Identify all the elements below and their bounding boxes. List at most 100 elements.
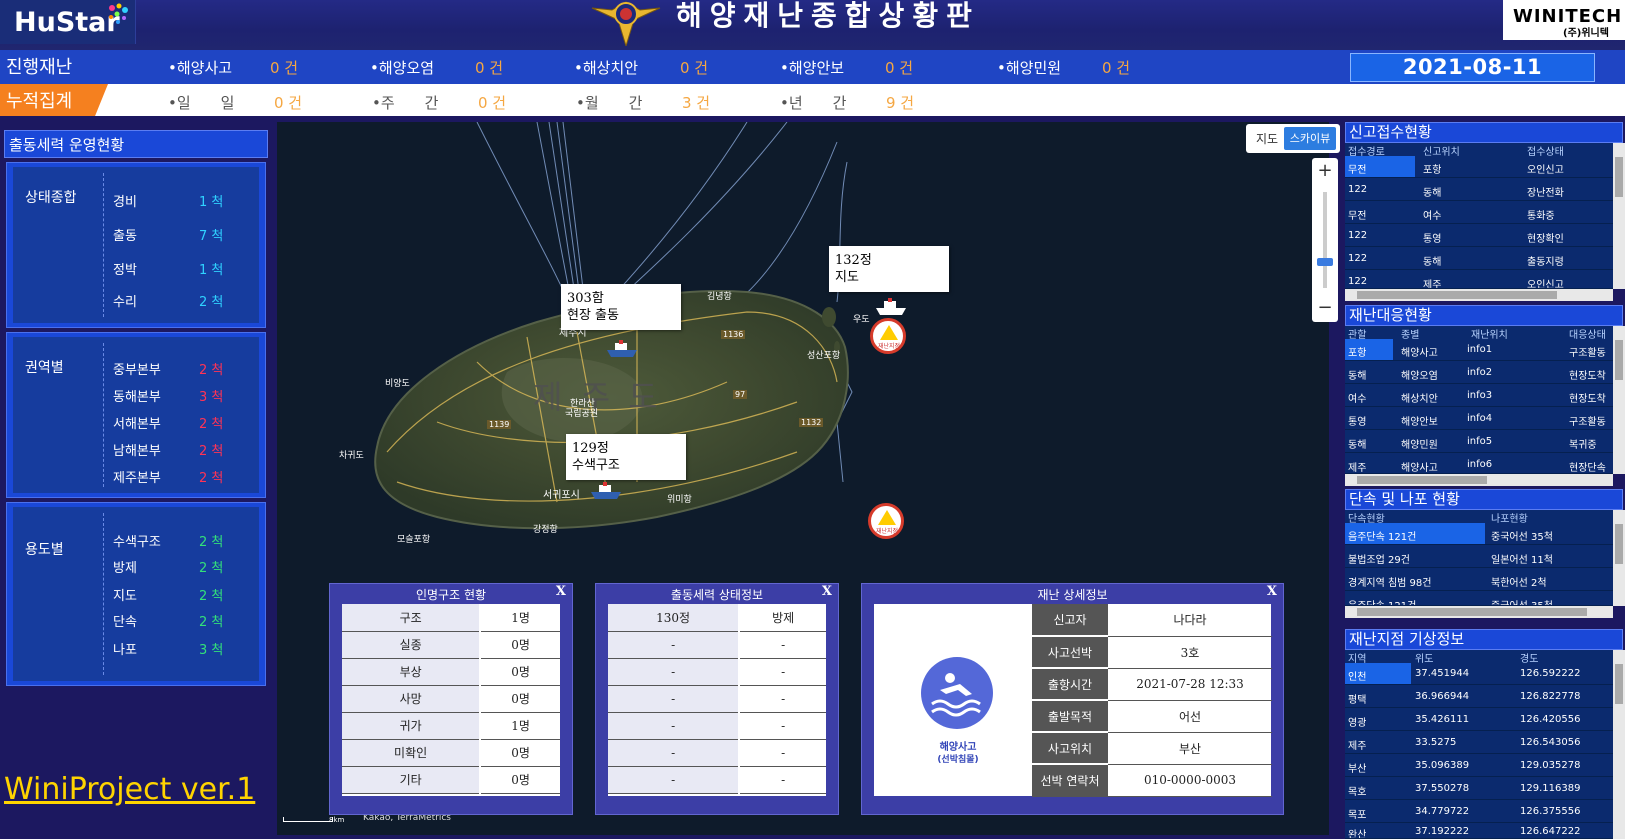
enforcement-status-list: 단속현황 나포현황 음주단속 121건 중국어선 35척 불법조업 29건 일본어선… [1345, 510, 1625, 606]
zoom-slider-track[interactable] [1323, 192, 1327, 288]
item-value: 2 척 [199, 444, 224, 459]
cell: 목호 [1348, 787, 1367, 798]
scrollbar-thumb[interactable] [1357, 608, 1587, 616]
table-row[interactable]: 목호 37.550278 129.116389 [1345, 778, 1613, 800]
table-row[interactable]: 목포 34.779722 126.375556 [1345, 801, 1613, 823]
rescue-status-popup: 인명구조 현황 X 구조 1명 실종 0명 부상 0명 사망 0명 귀가 1명 미확인 0명… [329, 583, 573, 815]
table-row[interactable]: 통영 해양안보 info4 구조활동 [1345, 408, 1613, 430]
map-scale-bar [283, 817, 333, 822]
item-value: 3 척 [199, 390, 224, 405]
section-inner: 상태종합 경비 1 척 출동 7 척 정박 1 척 수리 2 척 [13, 167, 259, 323]
popup-body: 구조 1명 실종 0명 부상 0명 사망 0명 귀가 1명 미확인 0명 기타 0명 [342, 604, 560, 796]
item-value: 2 척 [199, 561, 224, 576]
table-row[interactable]: 동해 해양오염 info2 현장도착 [1345, 362, 1613, 384]
table-value: 0명 [480, 631, 560, 659]
horizontal-scrollbar[interactable] [1345, 474, 1613, 486]
weather-info-title: 재난지점 기상정보 [1345, 629, 1623, 650]
vertical-scrollbar[interactable] [1613, 143, 1625, 289]
section-inner: 권역별 중부본부 2 척 동해본부 3 척 서해본부 2 척 남해본부 2 척 … [13, 337, 259, 493]
table-key: - [608, 658, 741, 686]
close-button[interactable]: X [822, 584, 832, 599]
cell: 37.550278 [1415, 783, 1470, 794]
table-row[interactable]: 122 통영 현장확인 [1345, 225, 1613, 247]
ship-icon[interactable] [874, 298, 908, 316]
scrollbar-thumb[interactable] [1615, 157, 1623, 197]
table-row[interactable]: 완산 37.192222 126.647222 [1345, 824, 1613, 839]
scrollbar-thumb[interactable] [1615, 524, 1623, 564]
table-key: 출발목적 [1032, 700, 1108, 733]
vessel-callout-303[interactable]: 303함 현장 출동 [561, 284, 681, 330]
zoom-out-button[interactable]: − [1312, 297, 1338, 318]
horizontal-scrollbar[interactable] [1345, 289, 1613, 301]
table-row[interactable]: 평택 36.966944 126.822778 [1345, 686, 1613, 708]
vessel-callout-132[interactable]: 132정 지도 [829, 246, 949, 292]
cell: 일본어선 11척 [1491, 555, 1553, 566]
table-row[interactable]: 음주단속 121건 중국어선 35척 [1345, 523, 1613, 545]
table-row[interactable]: 122 동해 출동지령 [1345, 248, 1613, 270]
cell: 통영 [1348, 417, 1367, 428]
incident-type-label: 해양사고 [939, 742, 977, 753]
table-row[interactable]: 불법조업 29건 일본어선 11척 [1345, 546, 1613, 568]
table-row: -- [608, 685, 826, 713]
cumulative-label: 누적집계 [6, 91, 73, 112]
item-label: 지도 [113, 589, 137, 604]
table-row: 부상 0명 [342, 658, 560, 686]
table-row[interactable]: 동해 해양민원 info5 복귀중 [1345, 431, 1613, 453]
table-row[interactable]: 122 동해 장난전화 [1345, 179, 1613, 201]
vessel-callout-129[interactable]: 129정 수색구조 [566, 434, 686, 480]
table-value: 1명 [480, 712, 560, 740]
vertical-scrollbar[interactable] [1613, 326, 1625, 474]
horizontal-scrollbar[interactable] [1345, 606, 1613, 618]
scrollbar-thumb[interactable] [1357, 291, 1557, 299]
map-scale-label: 8km [329, 816, 345, 824]
item-value: 2 척 [199, 363, 224, 378]
item-label: 방제 [113, 561, 137, 576]
skyview-button[interactable]: 스카이뷰 [1284, 127, 1336, 150]
close-button[interactable]: X [1267, 584, 1277, 599]
scrollbar-thumb[interactable] [1357, 476, 1487, 484]
section-name: 상태종합 [25, 190, 77, 206]
place-label: 우도 [853, 315, 870, 325]
zoom-in-button[interactable]: + [1312, 160, 1338, 181]
table-row[interactable]: 부산 35.096389 129.035278 [1345, 755, 1613, 777]
scrollbar-thumb[interactable] [1615, 340, 1623, 380]
table-row[interactable]: 무전 포항 오인신고 [1345, 156, 1613, 178]
ship-icon[interactable] [589, 482, 623, 500]
table-row[interactable]: 인천 37.451944 126.592222 [1345, 663, 1613, 685]
table-row[interactable]: 경계지역 침범 98건 북한어선 2척 [1345, 569, 1613, 591]
cell: 음주단속 121건 [1348, 597, 1416, 605]
disaster-pin[interactable]: 재난지점 [868, 503, 904, 539]
cell: 126.592222 [1520, 668, 1581, 679]
vertical-scrollbar[interactable] [1613, 510, 1625, 606]
road-number: 1132 [799, 418, 824, 427]
callout-line: 지도 [835, 270, 859, 285]
table-key: 130정 [608, 604, 741, 632]
table-row[interactable]: 영광 35.426111 126.420556 [1345, 709, 1613, 731]
place-label: 강정항 [533, 525, 558, 535]
vertical-scrollbar[interactable] [1613, 650, 1625, 839]
table-row: -- [608, 766, 826, 794]
close-button[interactable]: X [556, 584, 566, 599]
place-label: 모슬포항 [397, 535, 431, 545]
map-view-button[interactable]: 지도 [1256, 130, 1278, 147]
place-label: 성산포항 [807, 351, 841, 361]
table-row[interactable]: 음주단속 121건 중국어선 35척 [1345, 592, 1613, 606]
cell: info4 [1467, 413, 1493, 424]
ship-icon[interactable] [605, 340, 639, 358]
table-row[interactable]: 여수 해상치안 info3 현장도착 [1345, 385, 1613, 407]
table-row[interactable]: 122 제주 오인신고 [1345, 271, 1613, 289]
disaster-pin[interactable]: 재난지점 [870, 318, 906, 354]
table-key: 사망 [342, 685, 482, 713]
scrollbar-thumb[interactable] [1615, 664, 1623, 704]
table-key: 사고선박 [1032, 636, 1108, 669]
table-row[interactable]: 제주 해양사고 info6 현장단속 [1345, 454, 1613, 474]
table-row[interactable]: 무전 여수 통화중 [1345, 202, 1613, 224]
table-row[interactable]: 제주 33.5275 126.543056 [1345, 732, 1613, 754]
zoom-control: + − [1312, 158, 1338, 322]
zoom-slider-handle[interactable] [1317, 258, 1333, 266]
table-key: - [608, 685, 741, 713]
table-row: -- [608, 631, 826, 659]
popup-title: 재난 상세정보 [1037, 588, 1108, 602]
table-row[interactable]: 포항 해양사고 info1 구조활동 [1345, 339, 1613, 361]
table-row: 선박 연락처 010-0000-0003 [1032, 764, 1272, 797]
